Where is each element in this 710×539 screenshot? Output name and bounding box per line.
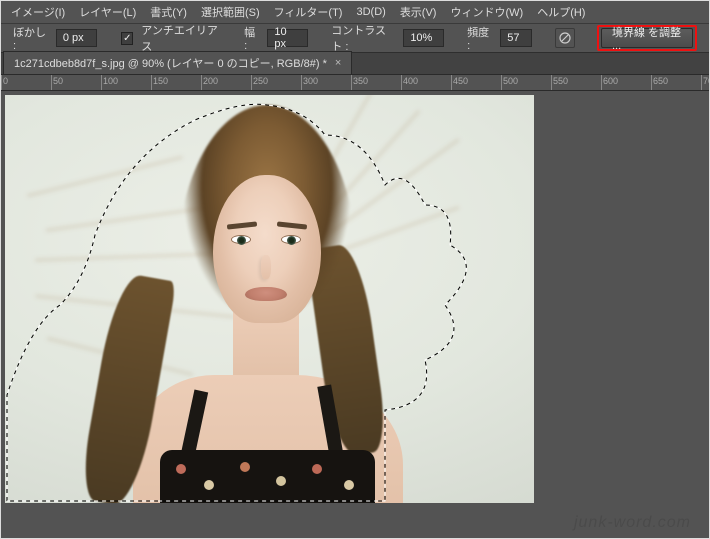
ruler-tick-label: 100	[103, 76, 118, 86]
frequency-label: 頻度 :	[467, 24, 492, 52]
ruler-tick-label: 200	[203, 76, 218, 86]
width-label: 幅 :	[244, 24, 259, 52]
menu-view[interactable]: 表示(V)	[394, 1, 443, 23]
ruler-tick-label: 700	[703, 76, 709, 86]
antialias-checkbox[interactable]: ✓	[121, 32, 133, 45]
canvas-area: junk-word.com	[1, 91, 709, 538]
ruler-tick-label: 450	[453, 76, 468, 86]
menu-layer[interactable]: レイヤー(L)	[73, 1, 142, 23]
ruler-tick-label: 600	[603, 76, 618, 86]
menu-type[interactable]: 書式(Y)	[144, 1, 193, 23]
blur-input[interactable]: 0 px	[56, 29, 97, 47]
menu-select[interactable]: 選択範囲(S)	[195, 1, 266, 23]
menu-image[interactable]: イメージ(I)	[5, 1, 71, 23]
watermark-text: junk-word.com	[574, 514, 691, 532]
selection-marquee	[5, 95, 534, 503]
menu-bar: イメージ(I) レイヤー(L) 書式(Y) 選択範囲(S) フィルター(T) 3…	[1, 1, 709, 23]
menu-help[interactable]: ヘルプ(H)	[531, 1, 591, 23]
document-tab-title: 1c271cdbeb8d7f_s.jpg @ 90% (レイヤー 0 のコピー,…	[14, 55, 327, 71]
blur-label: ぼかし :	[13, 24, 48, 52]
ruler-tick-label: 50	[53, 76, 63, 86]
contrast-label: コントラスト :	[331, 22, 395, 54]
document-tab[interactable]: 1c271cdbeb8d7f_s.jpg @ 90% (レイヤー 0 のコピー,…	[3, 51, 352, 74]
options-bar: ぼかし : 0 px ✓ アンチエイリアス 幅 : 10 px コントラスト :…	[1, 23, 709, 53]
ruler-tick-label: 0	[3, 76, 8, 86]
ruler-tick-label: 300	[303, 76, 318, 86]
antialias-label: アンチエイリアス	[141, 22, 219, 54]
ruler-tick-label: 400	[403, 76, 418, 86]
refine-edge-highlight: 境界線 を調整 ...	[597, 25, 697, 51]
pen-pressure-icon	[558, 31, 572, 45]
menu-window[interactable]: ウィンドウ(W)	[444, 1, 529, 23]
pressure-toggle-button[interactable]	[555, 28, 575, 48]
menu-3d[interactable]: 3D(D)	[350, 3, 391, 21]
ruler-tick-label: 650	[653, 76, 668, 86]
app-window: イメージ(I) レイヤー(L) 書式(Y) 選択範囲(S) フィルター(T) 3…	[0, 0, 710, 539]
ruler-tick-label: 350	[353, 76, 368, 86]
frequency-input[interactable]: 57	[500, 29, 532, 47]
width-input[interactable]: 10 px	[267, 29, 308, 47]
ruler-tick-label: 150	[153, 76, 168, 86]
close-icon[interactable]: ×	[335, 57, 341, 69]
horizontal-ruler: 0 50 100 150 200 250 300 350 400 450 500…	[1, 75, 709, 91]
document-tab-bar: 1c271cdbeb8d7f_s.jpg @ 90% (レイヤー 0 のコピー,…	[1, 53, 709, 75]
ruler-tick-label: 550	[553, 76, 568, 86]
document-canvas[interactable]	[5, 95, 534, 503]
refine-edge-button[interactable]: 境界線 を調整 ...	[601, 28, 693, 48]
ruler-tick-label: 500	[503, 76, 518, 86]
menu-filter[interactable]: フィルター(T)	[268, 1, 349, 23]
contrast-input[interactable]: 10%	[403, 29, 444, 47]
ruler-tick-label: 250	[253, 76, 268, 86]
